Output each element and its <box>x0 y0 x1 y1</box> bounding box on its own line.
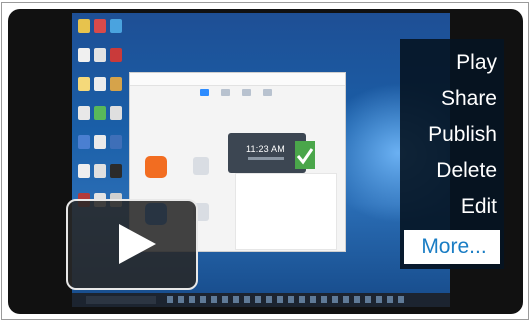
desktop-icon <box>110 77 122 91</box>
new-meeting-icon <box>145 156 167 178</box>
app-toolbar <box>200 89 290 99</box>
taskbar-app-icon <box>211 296 217 303</box>
play-icon <box>119 224 156 264</box>
taskbar-app-icon <box>376 296 382 303</box>
taskbar-app-icon <box>332 296 338 303</box>
desktop-icon <box>94 48 106 62</box>
menu-item-more[interactable]: More... <box>404 230 500 264</box>
desktop-icon <box>110 106 122 120</box>
desktop-icon <box>78 48 90 62</box>
menu-item-publish[interactable]: Publish <box>428 122 497 148</box>
taskbar-app-icon <box>244 296 250 303</box>
desktop-icon <box>78 135 90 149</box>
taskbar-app-icon <box>222 296 228 303</box>
upcoming-meetings-panel <box>235 173 337 250</box>
taskbar-app-icon <box>398 296 404 303</box>
video-action-menu: Play Share Publish Delete Edit More... <box>400 39 504 269</box>
taskbar-app-icon <box>299 296 305 303</box>
taskbar-apps <box>167 296 404 303</box>
desktop-icon <box>94 106 106 120</box>
menu-item-delete[interactable]: Delete <box>436 158 497 184</box>
taskbar-app-icon <box>354 296 360 303</box>
join-icon <box>193 157 209 175</box>
desktop-icon <box>78 164 90 178</box>
taskbar <box>72 293 450 307</box>
clock-date <box>248 157 284 160</box>
home-icon <box>200 89 209 96</box>
desktop-icon <box>94 19 106 33</box>
app-titlebar <box>130 73 345 86</box>
taskbar-app-icon <box>266 296 272 303</box>
play-button[interactable] <box>66 199 198 290</box>
taskbar-app-icon <box>200 296 206 303</box>
video-player[interactable]: 11:23 AM Play Share Publish Delete Edit … <box>8 9 523 314</box>
clock-time: 11:23 AM <box>246 144 285 154</box>
taskbar-app-icon <box>255 296 261 303</box>
taskbar-app-icon <box>310 296 316 303</box>
taskbar-app-icon <box>288 296 294 303</box>
taskbar-app-icon <box>365 296 371 303</box>
desktop-icon <box>78 106 90 120</box>
taskbar-app-icon <box>167 296 173 303</box>
desktop-icon <box>78 19 90 33</box>
taskbar-app-icon <box>343 296 349 303</box>
meetings-icon <box>242 89 251 96</box>
desktop-icon <box>110 164 122 178</box>
desktop-icon <box>94 164 106 178</box>
menu-item-edit[interactable]: Edit <box>461 194 497 220</box>
video-card: 11:23 AM Play Share Publish Delete Edit … <box>1 2 529 320</box>
desktop-icon <box>94 135 106 149</box>
chat-icon <box>221 89 230 96</box>
desktop-icon <box>110 19 122 33</box>
check-icon <box>295 141 315 169</box>
taskbar-app-icon <box>277 296 283 303</box>
contacts-icon <box>263 89 272 96</box>
desktop-icon <box>94 77 106 91</box>
menu-item-play[interactable]: Play <box>456 50 497 76</box>
taskbar-app-icon <box>387 296 393 303</box>
taskbar-app-icon <box>178 296 184 303</box>
desktop-icon <box>110 135 122 149</box>
taskbar-app-icon <box>189 296 195 303</box>
desktop-icon <box>78 77 90 91</box>
taskbar-search-icon <box>86 296 156 304</box>
desktop-icon <box>110 48 122 62</box>
taskbar-app-icon <box>233 296 239 303</box>
taskbar-app-icon <box>321 296 327 303</box>
desktop-icons <box>78 19 128 222</box>
menu-item-share[interactable]: Share <box>441 86 497 112</box>
